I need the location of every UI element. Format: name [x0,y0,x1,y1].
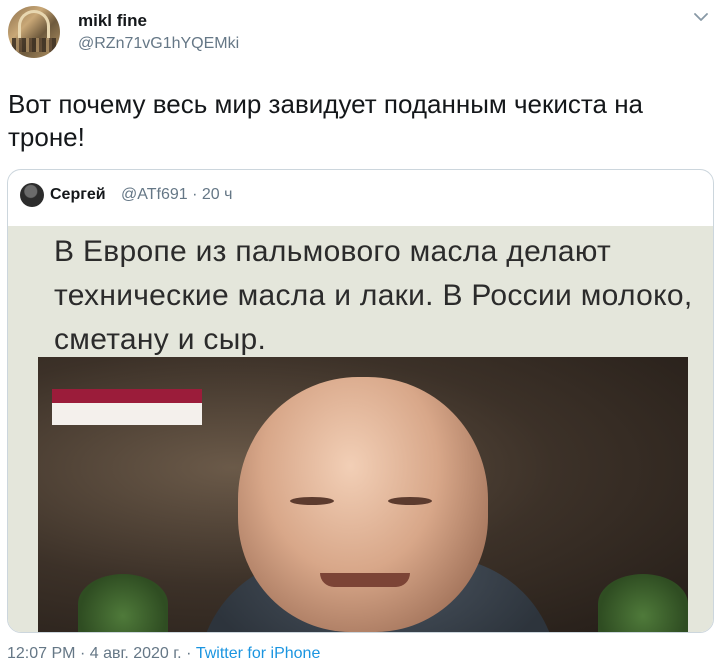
tweet-time[interactable]: 12:07 PM [7,645,75,662]
flag-graphic [52,389,202,425]
footer-separator: · [186,645,192,662]
author-avatar[interactable] [8,6,60,58]
quoted-author-handle: @ATf691 [121,186,188,203]
meta-separator: · [192,186,198,203]
author-name[interactable]: mikl fine [78,11,147,31]
tweet-footer: 12:07 PM · 4 авг. 2020 г. · Twitter for … [7,645,320,663]
person-face [238,377,488,632]
image-caption-text: В Европе из пальмового масла делают техн… [54,235,693,356]
quoted-author-avatar[interactable] [20,183,44,207]
quoted-image[interactable]: В Европе из пальмового масла делают техн… [8,226,713,632]
footer-separator: · [79,645,86,662]
tweet-text: Вот почему весь мир завидует поданным че… [8,89,644,152]
image-photo [38,357,688,632]
tweet-date[interactable]: 4 авг. 2020 г. [90,645,182,662]
tweet: mikl fine @RZn71vG1hYQEMki Вот почему ве… [0,0,717,665]
chevron-down-icon[interactable] [694,12,708,22]
author-handle[interactable]: @RZn71vG1hYQEMki [78,35,239,53]
tweet-source-link[interactable]: Twitter for iPhone [196,645,321,662]
quoted-tweet[interactable]: Сергей @ATf691 · 20 ч В Европе из пальмо… [7,169,714,633]
quoted-author-name[interactable]: Сергей [50,186,106,204]
quoted-timestamp[interactable]: 20 ч [202,186,233,203]
quoted-author-meta: @ATf691 · 20 ч [121,186,232,204]
